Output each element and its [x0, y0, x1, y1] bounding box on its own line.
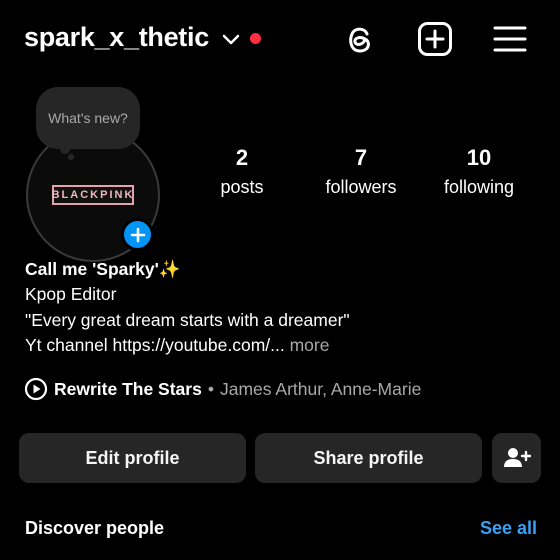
- posts-count: 2: [235, 145, 249, 170]
- profile-music[interactable]: Rewrite The Stars • James Arthur, Anne-M…: [24, 376, 421, 402]
- followers-count: 7: [354, 145, 368, 170]
- note-bubble[interactable]: What's new?: [36, 87, 140, 149]
- plus-icon: [130, 227, 145, 242]
- share-profile-label: Share profile: [313, 447, 424, 468]
- threads-icon[interactable]: [341, 20, 379, 58]
- following-count: 10: [466, 145, 492, 170]
- bio-link-text[interactable]: Yt channel https://youtube.com/...: [25, 335, 285, 355]
- username-title[interactable]: spark_x_thetic: [24, 22, 209, 53]
- add-person-icon: [503, 448, 531, 467]
- posts-label: posts: [220, 177, 264, 197]
- profile-category: Kpop Editor: [25, 284, 117, 304]
- play-circle-icon: [24, 377, 48, 401]
- followers-label: followers: [325, 177, 397, 197]
- note-bubble-tail-small: [68, 154, 74, 160]
- song-title: Rewrite The Stars: [54, 378, 202, 399]
- song-artists: James Arthur, Anne-Marie: [219, 378, 422, 399]
- menu-icon[interactable]: [491, 20, 529, 58]
- posts-stat[interactable]: 2 posts: [187, 145, 297, 203]
- notification-dot: [250, 33, 261, 44]
- add-story-button[interactable]: [121, 218, 154, 251]
- bio-link-line[interactable]: Yt channel https://youtube.com/... more: [25, 332, 329, 358]
- avatar-logo: BLACKPINK: [52, 185, 134, 205]
- edit-profile-button[interactable]: Edit profile: [19, 433, 246, 483]
- add-person-button[interactable]: [492, 433, 541, 483]
- discover-people-title: Discover people: [25, 518, 165, 538]
- following-stat[interactable]: 10 following: [424, 145, 534, 203]
- profile-display-name: Call me 'Sparky'✨: [25, 259, 181, 279]
- note-bubble-text: What's new?: [48, 110, 128, 126]
- create-plus-icon[interactable]: [416, 20, 454, 58]
- more-link[interactable]: more: [285, 335, 330, 355]
- see-all-link[interactable]: See all: [480, 518, 537, 539]
- song-separator: •: [207, 378, 214, 399]
- following-label: following: [443, 177, 515, 197]
- edit-profile-label: Edit profile: [85, 447, 180, 468]
- chevron-down-icon[interactable]: [220, 30, 242, 50]
- followers-stat[interactable]: 7 followers: [306, 145, 416, 203]
- share-profile-button[interactable]: Share profile: [255, 433, 482, 483]
- bio-quote: "Every great dream starts with a dreamer…: [25, 310, 350, 330]
